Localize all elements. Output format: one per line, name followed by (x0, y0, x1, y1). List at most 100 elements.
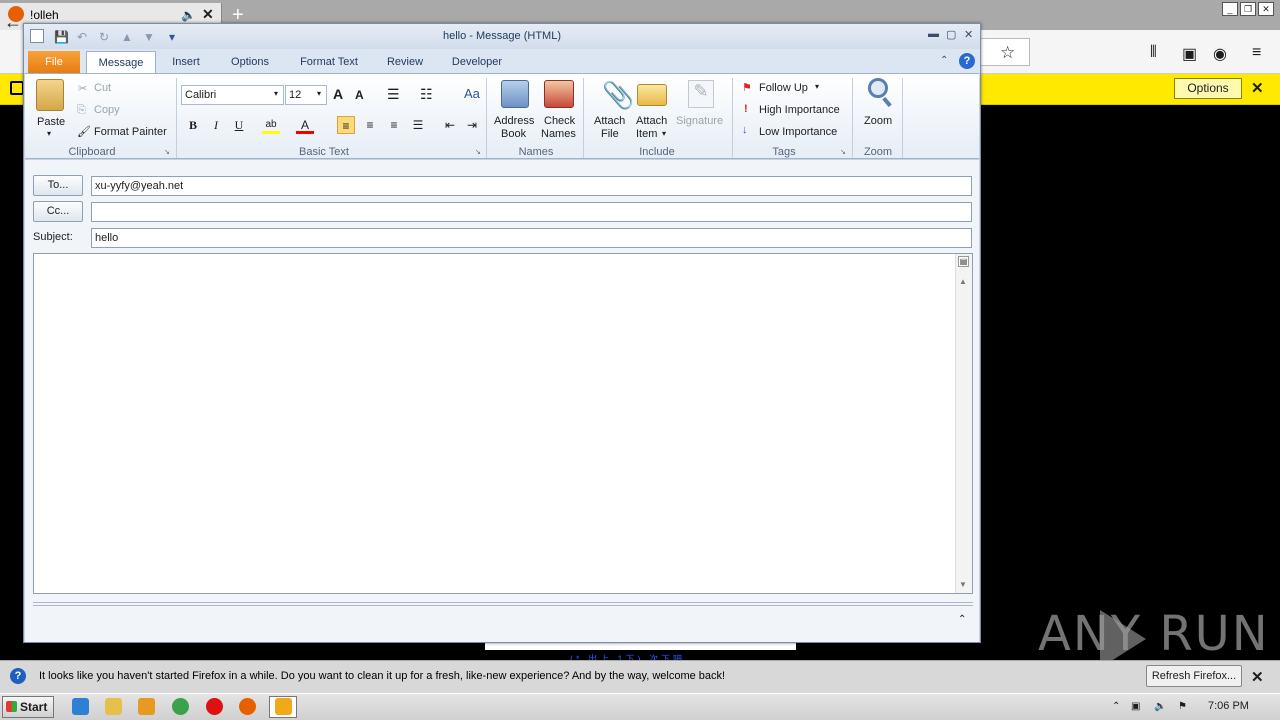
ruler-toggle-icon[interactable]: ▤ (958, 256, 969, 267)
firefox-icon[interactable] (239, 698, 256, 715)
volume-icon[interactable]: 🔈 (1154, 701, 1166, 713)
increase-indent-icon[interactable]: ⇥ (463, 116, 481, 134)
signature-label[interactable]: Signature (676, 115, 723, 127)
tray-expand-icon[interactable]: ⌃ (1112, 701, 1124, 713)
help-icon[interactable]: ? (959, 53, 975, 69)
paste-dropdown-icon[interactable]: ▾ (47, 129, 51, 138)
network-icon[interactable]: ▣ (1131, 701, 1143, 713)
to-field[interactable]: xu-yyfy@yeah.net (91, 176, 972, 196)
flag-icon[interactable]: ⚑ (1178, 701, 1190, 713)
tab-options[interactable]: Options (222, 51, 278, 73)
font-dropdown-icon[interactable]: ▾ (274, 89, 278, 98)
decrease-indent-icon[interactable]: ⇤ (441, 116, 459, 134)
paperclip-icon[interactable]: 📎 (602, 80, 634, 111)
menu-icon[interactable]: ≡ (1252, 44, 1261, 62)
maximize-icon[interactable]: ▢ (946, 28, 956, 41)
vertical-scrollbar[interactable] (955, 254, 972, 593)
follow-up-button[interactable]: Follow Up (759, 82, 808, 94)
cut-button[interactable]: Cut (94, 82, 111, 94)
ie-icon[interactable] (72, 698, 89, 715)
bookmark-star-icon[interactable]: ☆ (1000, 43, 1015, 63)
collapse-ribbon-icon[interactable]: ⌃ (940, 55, 948, 66)
subject-field[interactable]: hello (91, 228, 972, 248)
expand-people-pane-icon[interactable]: ⌃ (958, 614, 966, 625)
close-icon[interactable]: ✕ (1258, 2, 1274, 16)
tab-insert[interactable]: Insert (164, 51, 208, 73)
paste-button[interactable]: Paste (37, 116, 65, 128)
numbering-icon[interactable]: ☷ (420, 86, 433, 103)
tab-developer[interactable]: Developer (444, 51, 510, 73)
check-names-label[interactable]: Check (544, 115, 575, 127)
library-icon[interactable]: ⫴ (1150, 44, 1157, 62)
check-names-icon[interactable] (544, 80, 574, 108)
check-names-label-2[interactable]: Names (541, 128, 576, 140)
notice-options-button[interactable]: Options (1174, 78, 1242, 99)
format-painter-button[interactable]: Format Painter (94, 126, 167, 138)
italic-icon[interactable]: I (207, 116, 225, 134)
address-book-icon[interactable] (501, 80, 529, 108)
size-dropdown-icon[interactable]: ▾ (317, 89, 321, 98)
firefox-tab-title[interactable]: !olleh (30, 8, 59, 22)
address-book-label-2[interactable]: Book (501, 128, 526, 140)
cc-field[interactable] (91, 202, 972, 222)
align-left-icon[interactable]: ≡ (337, 116, 355, 134)
tab-format-text[interactable]: Format Text (292, 51, 366, 73)
styles-icon[interactable]: Aa (464, 86, 480, 101)
bullets-icon[interactable]: ☰ (387, 86, 400, 103)
speaker-icon[interactable]: 🔈 (181, 8, 196, 22)
opera-icon[interactable] (206, 698, 223, 715)
basic-text-launcher-icon[interactable]: ↘ (475, 148, 481, 156)
redo-icon[interactable]: ↻ (99, 30, 109, 44)
attach-item-label-2[interactable]: Item (636, 128, 657, 140)
down-arrow-icon[interactable]: ▼ (143, 30, 155, 44)
scroll-up-icon[interactable]: ▲ (959, 277, 967, 286)
close-icon[interactable]: ✕ (964, 28, 973, 41)
clipboard-launcher-icon[interactable]: ↘ (164, 148, 170, 156)
attach-item-dropdown-icon[interactable]: ▾ (662, 129, 666, 138)
bottom-notice-close-icon[interactable]: ✕ (1251, 668, 1264, 686)
font-color-icon[interactable]: A (296, 116, 314, 134)
underline-icon[interactable]: U (230, 116, 248, 134)
low-importance-button[interactable]: Low Importance (759, 126, 837, 138)
align-right-icon[interactable]: ≡ (385, 116, 403, 134)
minimize-icon[interactable]: _ (1222, 2, 1238, 16)
copy-button[interactable]: Copy (94, 104, 120, 116)
people-pane-divider[interactable] (33, 602, 973, 606)
folder-icon[interactable] (105, 698, 122, 715)
attach-file-label[interactable]: Attach (594, 115, 625, 127)
high-importance-button[interactable]: High Importance (759, 104, 840, 116)
zoom-button[interactable]: Zoom (864, 115, 892, 127)
tab-review[interactable]: Review (380, 51, 430, 73)
customize-qat-icon[interactable]: ▾ (169, 30, 175, 44)
justify-icon[interactable]: ☰ (409, 116, 427, 134)
envelope-icon[interactable] (637, 84, 667, 106)
sidebar-icon[interactable]: ▣ (1182, 44, 1197, 64)
magnifier-icon[interactable] (868, 78, 888, 98)
chrome-icon[interactable] (172, 698, 189, 715)
shrink-font-icon[interactable]: A (355, 88, 364, 102)
undo-icon[interactable]: ↶ (77, 30, 87, 44)
notice-close-icon[interactable]: ✕ (1251, 79, 1264, 97)
grow-font-icon[interactable]: A (333, 86, 343, 102)
tags-launcher-icon[interactable]: ↘ (840, 148, 846, 156)
restore-icon[interactable]: ❐ (1240, 2, 1256, 16)
attach-file-label-2[interactable]: File (601, 128, 619, 140)
close-tab-icon[interactable]: ✕ (202, 6, 214, 23)
minimize-icon[interactable]: ▬ (928, 28, 939, 40)
font-name-combo[interactable]: Calibri (181, 85, 284, 105)
paste-icon[interactable] (36, 79, 64, 111)
up-arrow-icon[interactable]: ▲ (121, 30, 133, 44)
save-icon[interactable]: 💾 (54, 30, 69, 44)
address-book-label[interactable]: Address (494, 115, 534, 127)
media-player-icon[interactable] (138, 698, 155, 715)
align-center-icon[interactable]: ≡ (361, 116, 379, 134)
to-button[interactable]: To... (33, 175, 83, 196)
tab-message[interactable]: Message (86, 51, 156, 73)
highlight-icon[interactable]: ab (262, 116, 280, 134)
refresh-firefox-button[interactable]: Refresh Firefox... (1146, 665, 1242, 687)
follow-up-dropdown-icon[interactable]: ▾ (815, 82, 819, 91)
cc-button[interactable]: Cc... (33, 201, 83, 222)
bold-icon[interactable]: B (184, 116, 202, 134)
attach-item-label[interactable]: Attach (636, 115, 667, 127)
tab-file[interactable]: File (28, 51, 80, 73)
